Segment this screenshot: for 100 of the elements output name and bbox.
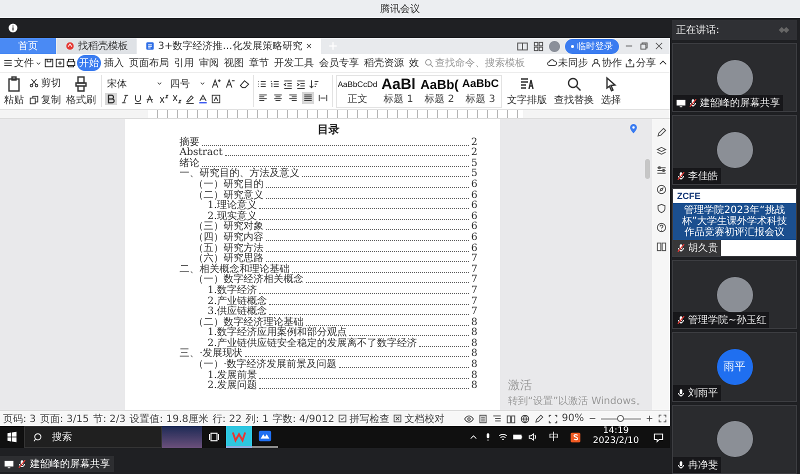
sync-status-button[interactable]: 未同步 bbox=[546, 55, 589, 71]
participant-name: 胡久贵 bbox=[688, 242, 718, 255]
status-item: 页码: 3 bbox=[3, 412, 36, 426]
task-view-icon[interactable] bbox=[208, 431, 220, 443]
speaker-icon[interactable] bbox=[528, 432, 538, 442]
participant-tile[interactable]: 建韶峰的屏幕共享 bbox=[672, 42, 797, 112]
document-tab[interactable]: 3+数字经济推...化发展策略研究 bbox=[137, 38, 322, 54]
outline-view-icon[interactable] bbox=[492, 414, 502, 424]
ribbon-tab[interactable]: 开始 bbox=[77, 55, 101, 71]
highlighter-icon[interactable] bbox=[185, 94, 195, 104]
layout-tool-button[interactable]: 文字排版 bbox=[505, 76, 549, 106]
save-icon[interactable] bbox=[44, 58, 54, 68]
shrink-font-icon[interactable] bbox=[225, 78, 236, 89]
scrollbar-thumb[interactable] bbox=[644, 159, 650, 179]
export-icon[interactable] bbox=[55, 58, 65, 68]
ribbon-tab[interactable]: 章节 bbox=[247, 55, 271, 71]
sort-icon[interactable] bbox=[309, 78, 319, 88]
share-button[interactable]: 分享 bbox=[624, 55, 657, 71]
restore-icon[interactable] bbox=[639, 41, 649, 51]
proofread-button[interactable]: 文档校对 bbox=[393, 412, 444, 426]
document-heading: 目录 bbox=[316, 122, 340, 137]
bold-button[interactable] bbox=[105, 93, 117, 105]
collaborate-button[interactable]: 协作 bbox=[590, 55, 623, 71]
grid-icon[interactable] bbox=[533, 40, 544, 52]
template-icon bbox=[65, 41, 75, 51]
chevron-up-icon[interactable] bbox=[468, 432, 478, 442]
taskbar-search-field[interactable]: 搜索 bbox=[24, 426, 162, 448]
printer-icon[interactable] bbox=[66, 58, 76, 68]
user-avatar[interactable] bbox=[549, 40, 560, 52]
reading-view-icon[interactable] bbox=[506, 414, 516, 424]
fit-page-icon[interactable] bbox=[548, 414, 558, 424]
superscript-icon[interactable] bbox=[159, 94, 169, 104]
participant-tile[interactable]: 管理学院~孙玉红 bbox=[672, 260, 797, 330]
align-right-button[interactable] bbox=[287, 92, 299, 104]
pen-icon[interactable] bbox=[534, 414, 544, 424]
bulleted-list-icon[interactable] bbox=[257, 78, 267, 88]
login-button[interactable]: 临时登录 bbox=[565, 38, 619, 54]
book-icon[interactable] bbox=[656, 241, 666, 252]
increase-indent-icon[interactable] bbox=[296, 78, 306, 88]
zoom-level[interactable]: 90% bbox=[562, 413, 584, 424]
ribbon-tab[interactable]: 引用 bbox=[172, 55, 196, 71]
plus-icon[interactable] bbox=[645, 414, 654, 423]
input-method-indicator[interactable]: 中 bbox=[542, 429, 565, 445]
compass-icon[interactable] bbox=[656, 184, 666, 195]
ribbon-tab[interactable]: 审阅 bbox=[197, 55, 221, 71]
close-icon[interactable] bbox=[305, 42, 314, 50]
cut-button[interactable]: 剪切 bbox=[28, 76, 62, 90]
ribbon-tab[interactable]: 视图 bbox=[222, 55, 246, 71]
participant-tile[interactable]: 雨平 刘雨平 bbox=[672, 332, 797, 402]
style-preset[interactable]: AaBbC 标题 3 bbox=[461, 76, 500, 106]
ribbon-tab[interactable]: 效 bbox=[407, 55, 421, 71]
select-tool-button[interactable]: 选择 bbox=[599, 76, 623, 106]
align-justify-button[interactable] bbox=[302, 92, 314, 104]
ribbon-tab[interactable]: 会员专享 bbox=[317, 55, 361, 71]
style-preset[interactable]: AaBb( 标题 2 bbox=[420, 76, 459, 106]
align-left-button[interactable] bbox=[257, 92, 269, 104]
align-center-button[interactable] bbox=[272, 92, 284, 104]
italic-icon[interactable] bbox=[120, 94, 130, 104]
strikethrough-icon[interactable] bbox=[146, 94, 156, 104]
numbered-list-icon[interactable] bbox=[270, 78, 280, 88]
info-icon[interactable] bbox=[8, 23, 18, 33]
format-painter-button[interactable]: 格式刷 bbox=[64, 76, 98, 106]
notification-icon[interactable] bbox=[653, 432, 664, 442]
windows-logo-icon[interactable] bbox=[6, 431, 18, 443]
participant-tile[interactable]: 冉净斐 bbox=[672, 404, 797, 474]
sliders-icon[interactable] bbox=[656, 165, 666, 176]
grow-font-icon[interactable] bbox=[211, 78, 222, 89]
ribbon-tab[interactable]: 插入 bbox=[102, 55, 126, 71]
pencil-icon[interactable] bbox=[656, 127, 666, 138]
globe-icon[interactable] bbox=[520, 414, 530, 424]
spell-check-button[interactable]: 拼写检查 bbox=[338, 412, 390, 426]
layers-icon[interactable] bbox=[656, 146, 666, 157]
split-view-icon[interactable] bbox=[517, 40, 528, 52]
taskbar-clock[interactable]: 14:19 2023/2/10 bbox=[584, 426, 647, 448]
copy-button[interactable]: 复制 bbox=[28, 92, 62, 106]
paste-button[interactable]: 粘贴 bbox=[2, 76, 26, 106]
ribbon-tab[interactable]: 开发工具 bbox=[272, 55, 316, 71]
shield-icon[interactable] bbox=[656, 203, 666, 214]
page-view-icon[interactable] bbox=[478, 414, 488, 424]
close-icon[interactable] bbox=[654, 41, 664, 51]
underline-icon[interactable] bbox=[133, 94, 143, 104]
eye-icon[interactable] bbox=[464, 414, 474, 424]
font-color-icon[interactable] bbox=[198, 94, 208, 104]
border-box-icon[interactable] bbox=[211, 94, 221, 104]
find-tool-button[interactable]: 查找替换 bbox=[552, 76, 596, 106]
input-method-icon[interactable] bbox=[570, 432, 581, 442]
document-tab[interactable]: 找稻壳模板 bbox=[57, 38, 136, 54]
ribbon-tab[interactable]: 页面布局 bbox=[127, 55, 171, 71]
eraser-icon[interactable] bbox=[239, 78, 250, 89]
fullscreen-icon[interactable] bbox=[658, 414, 667, 423]
location-pin-icon[interactable] bbox=[628, 123, 638, 134]
participant-tile[interactable]: 李佳皓 bbox=[672, 115, 797, 185]
wifi-icon[interactable] bbox=[498, 432, 508, 442]
file-menu[interactable]: 文件 bbox=[2, 55, 43, 71]
ribbon-tab[interactable]: 稻壳资源 bbox=[362, 55, 406, 71]
participant-tile[interactable]: ZCFE 管理学院2023年“挑战杯”大学生课外学术科技作品竞赛初评汇报会议 胡久贵 bbox=[672, 188, 797, 257]
subscript-icon[interactable] bbox=[172, 94, 182, 104]
battery-icon[interactable] bbox=[512, 432, 523, 442]
question-icon[interactable] bbox=[656, 222, 666, 233]
decrease-indent-icon[interactable] bbox=[283, 78, 293, 88]
